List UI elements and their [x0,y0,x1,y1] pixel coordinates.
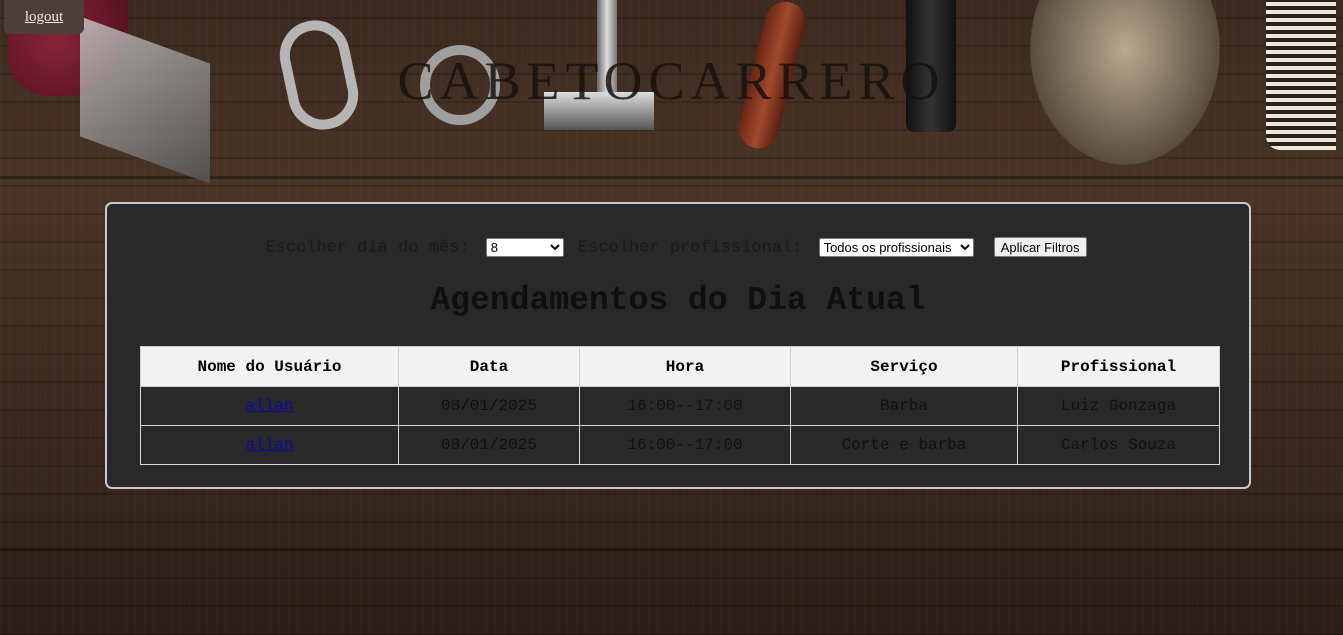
cell-service: Corte e barba [790,425,1018,465]
column-header-service: Serviço [790,346,1018,387]
user-link[interactable]: allan [245,397,293,415]
day-select[interactable]: 8 [485,237,564,257]
page-title: Agendamentos do Dia Atual [430,282,926,319]
cell-date: 08/01/2025 [398,386,580,426]
day-label: Escolher dia do mês: [265,238,470,258]
professional-select[interactable]: Todos os profissionais [818,237,974,257]
logout-button[interactable]: logout [4,0,84,34]
cell-user: allan [140,425,399,465]
column-header-professional: Profissional [1017,346,1220,387]
column-header-time: Hora [579,346,791,387]
professional-label: Escolher profissional: [577,238,803,258]
logout-link[interactable]: logout [25,9,63,26]
cell-time: 16:00--17:00 [579,386,791,426]
filter-bar: Escolher dia do mês: 8 Escolher profissi… [107,237,1249,257]
cell-date: 08/01/2025 [398,425,580,465]
cell-service: Barba [790,386,1018,426]
column-header-user: Nome do Usuário [140,346,399,387]
user-link[interactable]: allan [245,436,293,454]
apply-filters-button[interactable]: Aplicar Filtros [993,237,1087,257]
table-row: allan 08/01/2025 16:00--17:00 Barba Luiz… [140,386,1220,426]
column-header-date: Data [398,346,580,387]
cell-professional: Carlos Souza [1017,425,1220,465]
brand-title: CABETOCARRERO [397,51,946,111]
table-header-row: Nome do Usuário Data Hora Serviço Profis… [140,346,1220,387]
appointments-table: Nome do Usuário Data Hora Serviço Profis… [140,346,1220,465]
cell-user: allan [140,386,399,426]
cell-time: 16:00--17:00 [579,425,791,465]
table-row: allan 08/01/2025 16:00--17:00 Corte e ba… [140,425,1220,465]
cell-professional: Luiz Gonzaga [1017,386,1220,426]
wood-divider [0,548,1343,551]
appointments-panel: Escolher dia do mês: 8 Escolher profissi… [105,202,1251,489]
